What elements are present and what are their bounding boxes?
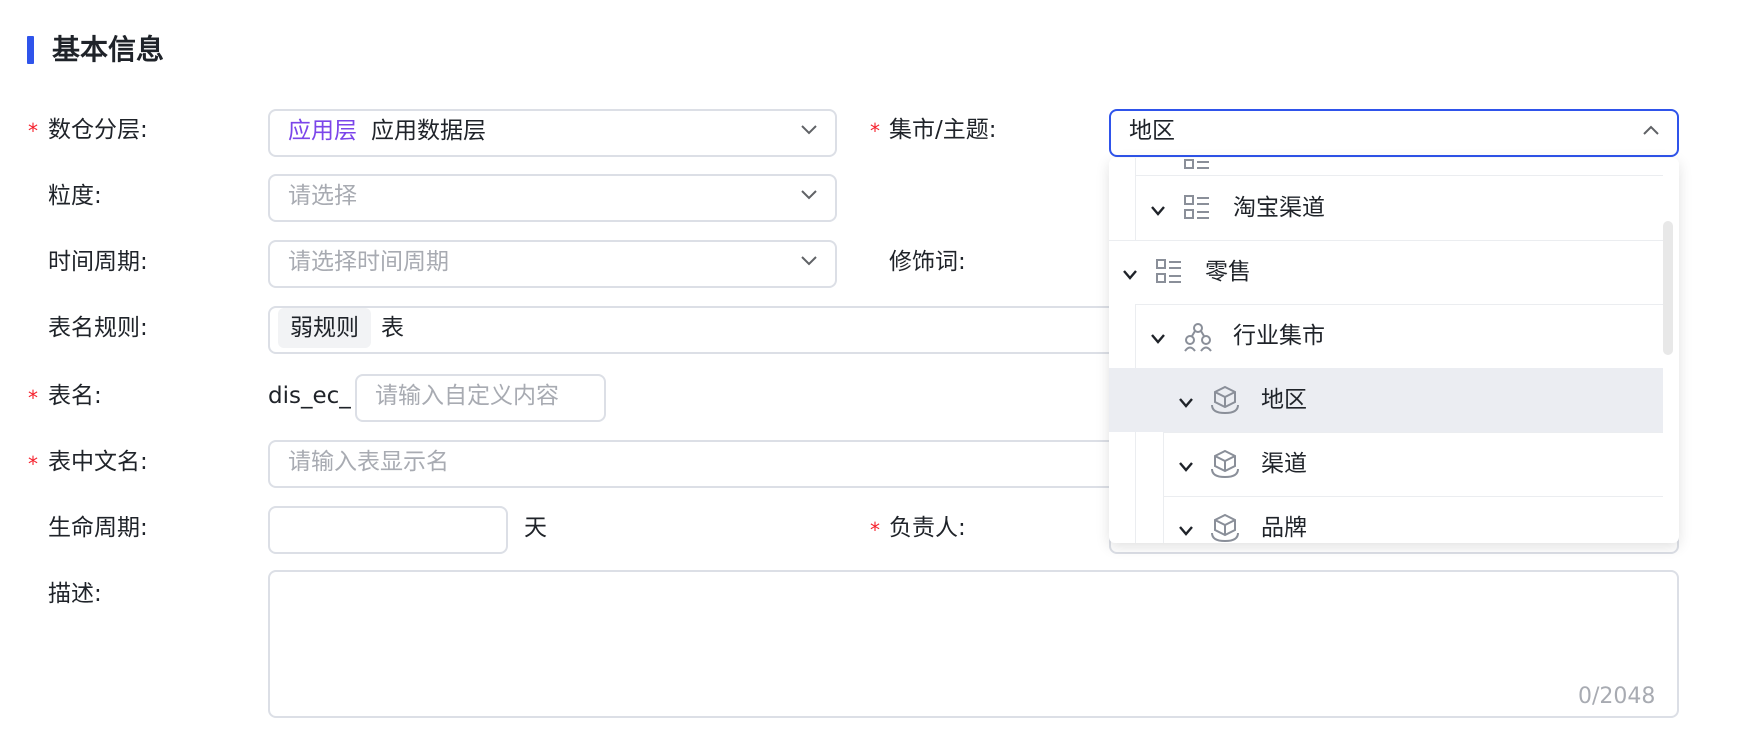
list-icon	[1155, 258, 1183, 286]
lifecycle-input[interactable]	[268, 506, 508, 554]
table-name-placeholder: 请输入自定义内容	[375, 383, 559, 409]
chevron-down-icon	[801, 190, 817, 202]
chevron-down-icon	[1149, 202, 1167, 216]
tree-item-label: 行业集市	[1233, 323, 1325, 349]
chevron-down-icon	[1121, 266, 1139, 280]
chevron-down-icon	[801, 256, 817, 268]
description-counter: 0/2048	[1578, 684, 1656, 709]
chevron-down-icon	[801, 125, 817, 137]
tree-item-label: 淘宝渠道	[1233, 195, 1325, 221]
lifecycle-unit: 天	[524, 515, 547, 541]
time-period-placeholder: 请选择时间周期	[288, 249, 449, 275]
tree-item-taobao-channel[interactable]: 淘宝渠道	[1109, 176, 1663, 240]
list-icon	[1183, 194, 1211, 222]
cube-icon	[1209, 385, 1239, 415]
list-icon	[1183, 158, 1211, 172]
table-rule-label: 表名规则:	[48, 315, 148, 341]
tree-item-retail[interactable]: 零售	[1109, 240, 1663, 304]
table-cn-name-label: 表中文名:	[48, 449, 148, 475]
lifecycle-label: 生命周期:	[48, 515, 148, 541]
required-mark: *	[28, 119, 38, 143]
rule-chip: 弱规则	[278, 308, 371, 348]
layer-select[interactable]: 应用层 应用数据层	[268, 109, 837, 157]
mart-topic-dropdown: 淘宝渠道 零售 行业集市 地区 渠道 品牌	[1109, 158, 1679, 543]
table-rule-value: 表	[381, 315, 404, 341]
tree-item-channel[interactable]: 渠道	[1109, 432, 1663, 496]
granularity-placeholder: 请选择	[288, 183, 357, 209]
time-period-select[interactable]: 请选择时间周期	[268, 240, 837, 288]
table-name-prefix: dis_ec_	[268, 383, 351, 409]
table-cn-name-placeholder: 请输入表显示名	[288, 449, 449, 475]
table-name-input[interactable]: 请输入自定义内容	[355, 374, 606, 422]
tree-item-label: 品牌	[1261, 515, 1307, 541]
chevron-down-icon	[1177, 522, 1195, 536]
tree-item-industry-mart[interactable]: 行业集市	[1109, 304, 1663, 368]
table-name-label: 表名:	[48, 383, 102, 409]
description-textarea[interactable]	[268, 570, 1679, 718]
tree-item-region[interactable]: 地区	[1109, 368, 1663, 432]
chevron-down-icon	[1177, 458, 1195, 472]
chevron-up-icon	[1643, 125, 1659, 137]
cube-icon	[1209, 449, 1239, 479]
layer-label: 数仓分层:	[48, 117, 148, 143]
layer-tag: 应用层	[288, 118, 357, 144]
description-label: 描述:	[48, 581, 102, 607]
cube-icon	[1209, 513, 1239, 543]
mart-topic-label: 集市/主题:	[889, 117, 997, 143]
required-mark: *	[28, 452, 38, 476]
chevron-down-icon	[1149, 330, 1167, 344]
mart-topic-select[interactable]: 地区	[1109, 109, 1679, 157]
section-accent-bar	[27, 36, 34, 64]
time-period-label: 时间周期:	[48, 249, 148, 275]
tree-item-label: 渠道	[1261, 451, 1307, 477]
granularity-select[interactable]: 请选择	[268, 174, 837, 222]
org-icon	[1183, 322, 1212, 352]
modifier-label: 修饰词:	[889, 249, 966, 275]
mart-topic-value: 地区	[1129, 118, 1175, 144]
required-mark: *	[28, 386, 38, 410]
required-mark: *	[870, 119, 880, 143]
owner-label: 负责人:	[889, 515, 966, 541]
dropdown-scrollbar[interactable]	[1663, 221, 1673, 355]
tree-item-label: 零售	[1205, 259, 1251, 285]
chevron-down-icon	[1177, 394, 1195, 408]
granularity-label: 粒度:	[48, 183, 102, 209]
tree-item-brand[interactable]: 品牌	[1109, 496, 1663, 543]
section-title: 基本信息	[52, 33, 165, 66]
required-mark: *	[870, 518, 880, 542]
tree-item-label: 地区	[1261, 387, 1307, 413]
layer-value: 应用数据层	[371, 118, 486, 144]
